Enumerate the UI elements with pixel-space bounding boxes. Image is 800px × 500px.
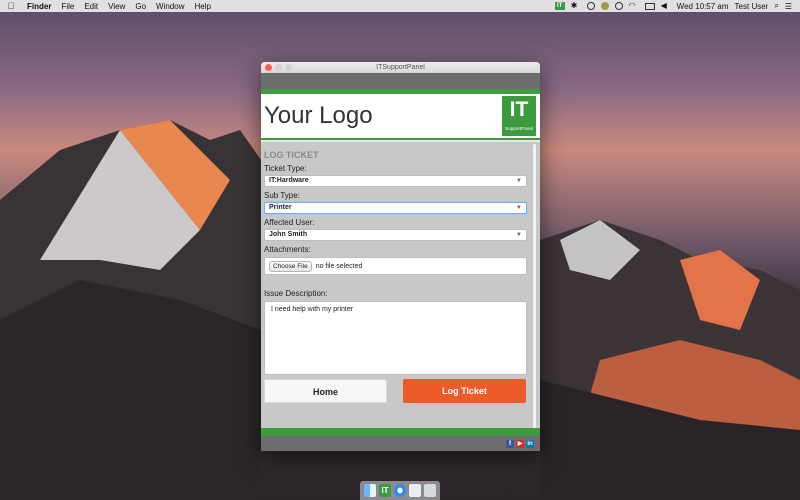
attachments-file-input: Choose File no file selected <box>264 257 527 275</box>
it-support-panel-logo: IT SupportPanel <box>502 96 536 136</box>
chevron-down-icon: ▼ <box>516 178 522 184</box>
notification-center-icon[interactable]: ☰ <box>785 2 792 11</box>
issue-description-textarea[interactable]: I need help with my printer <box>264 301 527 375</box>
minimize-icon[interactable] <box>275 64 282 71</box>
log-ticket-button[interactable]: Log Ticket <box>403 379 526 403</box>
form-scrollbar[interactable] <box>533 144 536 428</box>
chevron-down-icon: ▼ <box>516 232 522 238</box>
header-bar <box>261 73 540 89</box>
menu-window[interactable]: Window <box>151 2 189 11</box>
affected-user-select[interactable]: John Smith ▼ <box>264 229 527 241</box>
log-ticket-form: LOG TICKET Ticket Type: IT:Hardware ▼ Su… <box>261 142 540 428</box>
menu-go[interactable]: Go <box>130 2 151 11</box>
user-name[interactable]: Test User <box>735 2 769 11</box>
sub-type-value: Printer <box>269 204 292 211</box>
badge-icon[interactable] <box>600 2 609 10</box>
chevron-down-icon: ▼ <box>516 205 522 211</box>
menu-edit[interactable]: Edit <box>79 2 103 11</box>
logo-banner: Your Logo IT SupportPanel <box>261 94 540 140</box>
file-status: no file selected <box>315 262 363 270</box>
menu-finder[interactable]: Finder <box>22 2 56 11</box>
traffic-lights <box>265 64 292 71</box>
issue-description-label: Issue Description: <box>264 289 328 298</box>
bluetooth-icon[interactable]: ✱ <box>571 2 581 10</box>
ticket-type-select[interactable]: IT:Hardware ▼ <box>264 175 527 187</box>
sub-type-select[interactable]: Printer ▼ <box>264 202 527 214</box>
home-button[interactable]: Home <box>264 379 387 403</box>
close-icon[interactable] <box>265 64 272 71</box>
it-support-panel-window: ITSupportPanel Your Logo IT SupportPanel… <box>261 62 540 451</box>
dock: IT <box>360 481 440 500</box>
footer-accent <box>261 428 540 436</box>
section-title: LOG TICKET <box>264 150 319 160</box>
trash-icon[interactable] <box>424 484 436 497</box>
menu-view[interactable]: View <box>103 2 130 11</box>
ticket-type-value: IT:Hardware <box>269 177 309 184</box>
status-area: IT ✱ ◠ ◀ Wed 10:57 am Test User ⌕ ☰ <box>554 1 800 11</box>
sync-icon[interactable] <box>614 2 623 10</box>
search-icon[interactable]: ⌕ <box>774 1 778 11</box>
sub-type-label: Sub Type: <box>264 191 300 200</box>
it-logo-subtitle: SupportPanel <box>505 126 533 131</box>
airplay-icon[interactable] <box>644 2 655 10</box>
your-logo-text: Your Logo <box>264 102 373 129</box>
finder-icon[interactable] <box>364 484 376 497</box>
safari-icon[interactable] <box>394 484 406 497</box>
youtube-icon[interactable]: ▶ <box>516 439 524 448</box>
window-title: ITSupportPanel <box>376 64 425 71</box>
menu-file[interactable]: File <box>56 2 79 11</box>
window-titlebar[interactable]: ITSupportPanel <box>261 62 540 73</box>
ticket-type-label: Ticket Type: <box>264 164 307 173</box>
form-buttons: Home Log Ticket <box>264 379 527 403</box>
wifi-icon[interactable]: ◠ <box>629 2 639 10</box>
it-icon[interactable]: IT <box>554 2 565 10</box>
apple-menu-icon[interactable]:  <box>0 1 22 11</box>
footer-bar: f ▶ in <box>261 436 540 451</box>
attachments-label: Attachments: <box>264 245 311 254</box>
mail-icon[interactable] <box>409 484 421 497</box>
it-logo-letters: IT <box>509 98 529 121</box>
it-support-panel-icon[interactable]: IT <box>379 484 391 497</box>
clock[interactable]: Wed 10:57 am <box>677 2 729 11</box>
affected-user-label: Affected User: <box>264 218 315 227</box>
affected-user-value: John Smith <box>269 231 308 238</box>
choose-file-button[interactable]: Choose File <box>269 260 312 272</box>
zoom-icon[interactable] <box>285 64 292 71</box>
facebook-icon[interactable]: f <box>506 439 514 448</box>
menu-bar:  Finder File Edit View Go Window Help I… <box>0 0 800 12</box>
menu-help[interactable]: Help <box>189 2 215 11</box>
volume-icon[interactable]: ◀ <box>661 2 671 10</box>
linkedin-icon[interactable]: in <box>526 439 534 448</box>
creative-cloud-icon[interactable] <box>586 2 595 10</box>
